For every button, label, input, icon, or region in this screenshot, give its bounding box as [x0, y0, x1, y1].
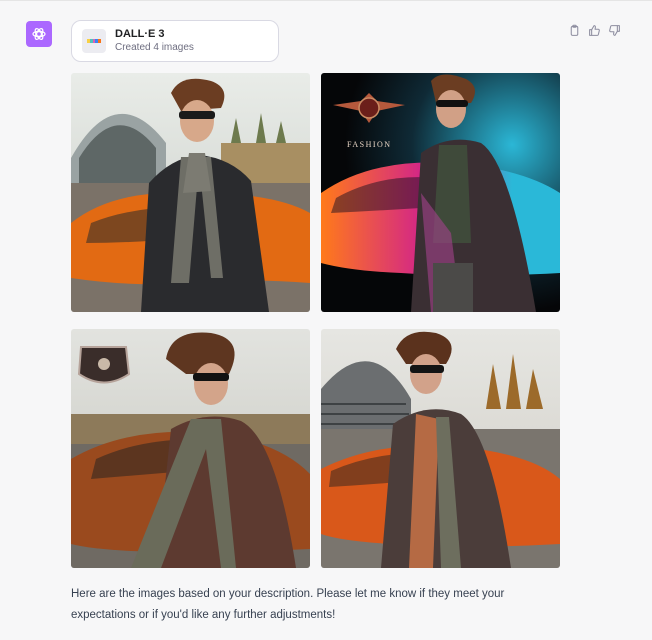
- generated-image-1[interactable]: [71, 73, 310, 312]
- image-1-illustration: [71, 73, 310, 312]
- top-divider: [0, 0, 652, 1]
- copy-button[interactable]: [566, 22, 582, 38]
- dislike-button[interactable]: [606, 22, 622, 38]
- clipboard-icon: [570, 24, 578, 36]
- generated-image-2[interactable]: FASHION: [321, 73, 560, 312]
- like-button[interactable]: [586, 22, 602, 38]
- dalle-icon: [82, 29, 106, 53]
- image-4-illustration: [321, 329, 560, 568]
- assistant-avatar: [26, 21, 52, 47]
- thumbs-down-icon: [608, 24, 620, 36]
- thumbs-up-icon: [588, 24, 600, 36]
- plugin-subtitle: Created 4 images: [115, 42, 194, 53]
- message-actions: [566, 22, 622, 38]
- assistant-message: Here are the images based on your descri…: [71, 588, 505, 621]
- fashion-text: FASHION: [347, 140, 392, 149]
- generated-image-4[interactable]: [321, 329, 560, 568]
- image-3-illustration: [71, 329, 310, 568]
- generated-image-3[interactable]: [71, 329, 310, 568]
- dalle-stripe-4: [98, 39, 101, 43]
- dalle-plugin-card[interactable]: DALL·E 3 Created 4 images: [71, 20, 279, 62]
- openai-logo-icon: [32, 28, 46, 40]
- image-2-illustration: FASHION: [321, 73, 560, 312]
- plugin-title: DALL·E 3: [115, 28, 165, 40]
